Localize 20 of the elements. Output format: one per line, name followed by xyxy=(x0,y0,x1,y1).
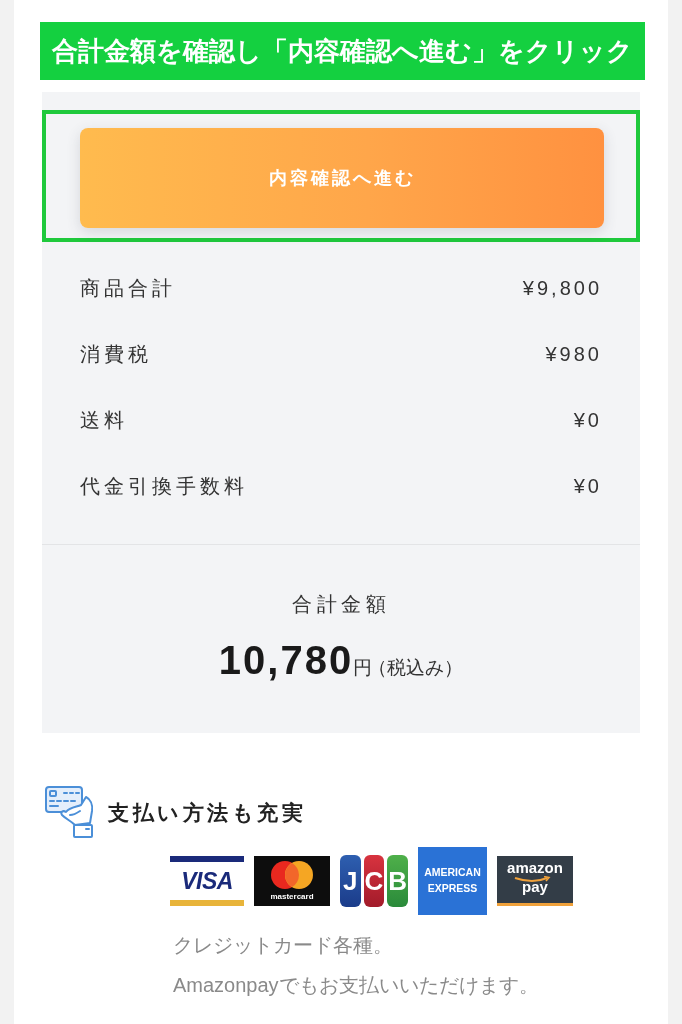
summary-value: ¥980 xyxy=(545,342,602,366)
payment-heading: 支払い方法も充実 xyxy=(108,800,306,826)
summary-label: 商品合計 xyxy=(80,275,176,301)
total-amount: 10,780 xyxy=(218,638,354,683)
summary-value: ¥0 xyxy=(573,474,602,498)
payment-note: Amazonpayでもお支払いいただけます。 xyxy=(173,973,540,998)
american-express-logo: AMERICAN EXPRESS xyxy=(418,847,487,915)
currency-unit: 円 xyxy=(353,656,373,680)
total-label: 合計金額 xyxy=(292,592,390,617)
proceed-button[interactable]: 内容確認へ進む xyxy=(80,128,604,228)
payment-note: クレジットカード各種。 xyxy=(173,933,394,958)
summary-label: 消費税 xyxy=(80,341,152,367)
instruction-banner: 合計金額を確認し「内容確認へ進む」をクリック xyxy=(40,22,645,80)
summary-value: ¥9,800 xyxy=(522,276,602,300)
amazon-pay-logo: amazon pay xyxy=(497,856,573,906)
summary-value: ¥0 xyxy=(573,408,602,432)
summary-label: 送料 xyxy=(80,407,128,433)
summary-label: 代金引換手数料 xyxy=(80,473,248,499)
mastercard-logo: mastercard xyxy=(254,856,330,906)
visa-logo: VISA xyxy=(170,856,244,906)
